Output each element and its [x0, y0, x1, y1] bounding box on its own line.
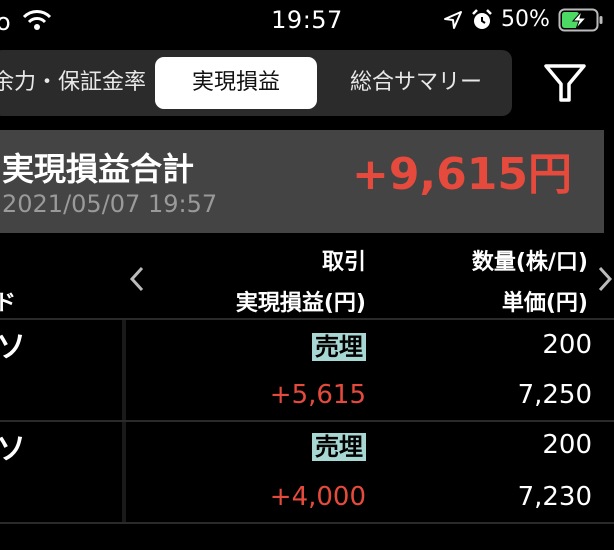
battery-charging-icon: [558, 8, 603, 32]
chevron-left-icon[interactable]: [128, 264, 146, 294]
tab-summary[interactable]: 総合サマリー: [325, 50, 507, 116]
row-pnl: +5,615: [269, 380, 366, 410]
column-header-price: 単価(円): [501, 291, 588, 316]
summary-label: 実現損益合計: [2, 150, 195, 188]
status-bar: o 19:57 50%: [0, 0, 614, 44]
column-header-code: ド: [0, 291, 17, 316]
tab-margin[interactable]: 余力・保証金率: [0, 50, 152, 116]
row-quantity: 200: [542, 430, 592, 460]
row-divider: [0, 522, 614, 524]
table-row[interactable]: ソ 売埋 +5,615 200 7,250: [0, 320, 614, 420]
chevron-right-icon[interactable]: [596, 264, 614, 294]
trade-type-badge: 売埋: [312, 333, 366, 361]
filter-icon[interactable]: [540, 62, 590, 106]
table-row[interactable]: ソ 売埋 +4,000 200 7,230: [0, 422, 614, 522]
column-header-trade: 取引: [321, 250, 366, 275]
trade-type-badge: 売埋: [312, 433, 366, 461]
column-header-quantity: 数量(株/口): [471, 250, 588, 275]
pnl-summary-box: 実現損益合計 +9,615円 2021/05/07 19:57: [0, 130, 604, 233]
summary-total-value: +9,615円: [351, 149, 572, 200]
trade-type-cell: 売埋: [312, 331, 366, 363]
row-pnl: +4,000: [269, 482, 366, 512]
alarm-clock-icon: [472, 9, 492, 29]
row-stock-name: ソ: [0, 330, 26, 365]
summary-date: 2021/05/07 19:57: [2, 190, 218, 218]
row-price: 7,250: [517, 380, 592, 410]
tab-realized-pnl[interactable]: 実現損益: [155, 57, 317, 109]
location-arrow-icon: [444, 11, 462, 29]
column-header-pnl: 実現損益(円): [235, 291, 366, 316]
row-price: 7,230: [517, 482, 592, 512]
battery-percent: 50%: [501, 7, 550, 32]
trade-type-cell: 売埋: [312, 431, 366, 463]
segmented-tabs: 余力・保証金率 実現損益 総合サマリー: [0, 50, 512, 116]
row-stock-name: ソ: [0, 432, 26, 467]
row-quantity: 200: [542, 330, 592, 360]
